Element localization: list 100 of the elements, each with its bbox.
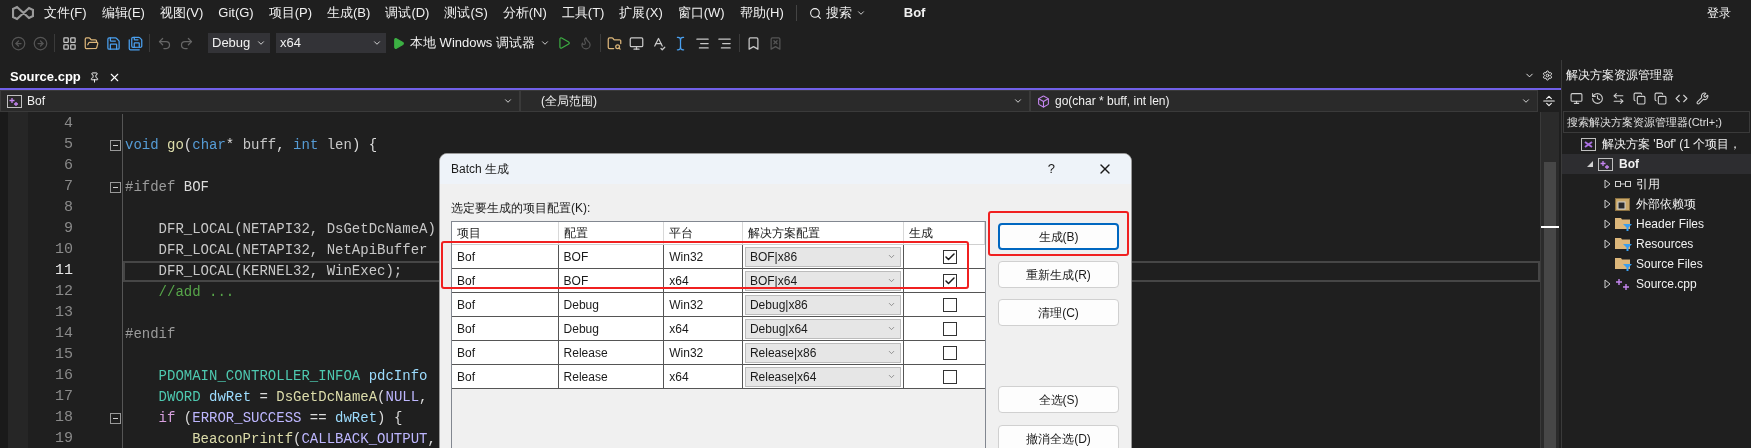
menu-item[interactable]: 视图(V) xyxy=(159,3,204,23)
line-number: 19 xyxy=(54,429,73,448)
scrollbar[interactable] xyxy=(1540,112,1559,448)
tree-item[interactable]: Header Files xyxy=(1562,214,1751,234)
solution-config-dropdown[interactable]: BOF|x86 xyxy=(744,246,902,267)
build-checkbox[interactable] xyxy=(942,321,957,336)
tree-item[interactable]: Source.cpp xyxy=(1562,274,1751,294)
dialog-button[interactable]: 全选(S) xyxy=(998,386,1119,413)
check-icon xyxy=(943,250,956,263)
caret-icon[interactable] xyxy=(372,38,382,48)
collapse-icon[interactable] xyxy=(110,140,121,151)
search-button[interactable]: 搜索 xyxy=(808,3,866,23)
caret-icon[interactable] xyxy=(503,96,513,106)
scope-dropdown[interactable]: (全局范围) xyxy=(520,90,1030,112)
run-button[interactable]: 本地 Windows 调试器 xyxy=(392,33,550,53)
menu-item[interactable]: 帮助(H) xyxy=(739,3,784,23)
menu-item[interactable]: 编辑(E) xyxy=(101,3,145,23)
project-dropdown[interactable]: Bof xyxy=(0,90,520,112)
monitor-icon[interactable] xyxy=(628,35,645,51)
align-right-icon[interactable] xyxy=(716,35,733,51)
column-header[interactable]: 解决方案配置 xyxy=(742,222,905,244)
dialog-button[interactable]: 重新生成(R) xyxy=(998,261,1119,288)
solution-config-dropdown[interactable]: Release|x64 xyxy=(744,366,902,387)
dialog-button[interactable]: 清理(C) xyxy=(998,299,1119,326)
help-button[interactable]: ? xyxy=(1047,159,1055,179)
cube-icon xyxy=(1037,94,1050,108)
line-number: 15 xyxy=(54,345,73,366)
menu-item[interactable]: 工具(T) xyxy=(561,3,605,23)
caret-icon[interactable] xyxy=(539,38,550,48)
caret-icon[interactable] xyxy=(1013,96,1023,106)
wrench-icon[interactable] xyxy=(1694,90,1710,107)
dialog-title: Batch 生成 xyxy=(451,161,510,178)
save-icon[interactable] xyxy=(105,35,121,51)
code-line: #ifdef BOF xyxy=(125,178,210,197)
table-cell: Release xyxy=(558,341,665,364)
menu-item[interactable]: 扩展(X) xyxy=(619,3,663,23)
build-checkbox[interactable] xyxy=(942,297,957,312)
tree-item[interactable]: 引用 xyxy=(1562,174,1751,194)
tree-item[interactable]: Resources xyxy=(1562,234,1751,254)
collapsed-arrow-icon[interactable] xyxy=(1603,279,1611,289)
menu-item[interactable]: 调试(D) xyxy=(385,3,430,23)
expanded-arrow-icon[interactable] xyxy=(1586,160,1594,168)
solution-config-dropdown[interactable]: Debug|x64 xyxy=(744,318,902,339)
collapse-icon[interactable] xyxy=(110,182,121,193)
split-icon[interactable] xyxy=(1542,94,1556,108)
menu-item[interactable]: 测试(S) xyxy=(444,3,488,23)
menu-item[interactable]: Git(G) xyxy=(218,3,254,23)
folder-search-icon[interactable] xyxy=(606,35,623,51)
line-number: 7 xyxy=(63,177,73,198)
bookmark-icon[interactable] xyxy=(745,35,762,51)
align-right-icon[interactable] xyxy=(694,35,711,51)
search-field[interactable]: 搜索解决方案资源管理器(Ctrl+;) xyxy=(1563,111,1750,133)
scrollbar-thumb[interactable] xyxy=(1544,162,1556,448)
caret-icon[interactable] xyxy=(256,38,266,48)
platform-dropdown[interactable]: x64 xyxy=(276,33,386,53)
column-header[interactable]: 项目 xyxy=(452,222,559,244)
menu-item[interactable]: 文件(F) xyxy=(44,3,87,23)
open-folder-icon[interactable] xyxy=(83,35,99,51)
check-icon xyxy=(943,274,956,287)
build-checkbox[interactable] xyxy=(942,273,957,288)
tree-item[interactable]: Bof xyxy=(1562,154,1751,174)
undo-icon[interactable] xyxy=(156,35,172,51)
history-icon[interactable] xyxy=(1589,90,1605,107)
solution-config-dropdown[interactable]: BOF|x64 xyxy=(744,270,902,291)
menu-item[interactable]: 窗口(W) xyxy=(677,3,725,23)
menu-item[interactable]: 项目(P) xyxy=(268,3,313,23)
line-number: 13 xyxy=(54,303,73,324)
build-checkbox[interactable] xyxy=(942,369,957,384)
play-icon[interactable] xyxy=(392,36,405,50)
tree-item[interactable]: Source Files xyxy=(1562,254,1751,274)
caret-icon[interactable] xyxy=(1521,96,1531,106)
tree-item[interactable]: 解决方案 'Bof' (1 个项目， xyxy=(1562,134,1751,154)
solution-config-dropdown[interactable]: Release|x86 xyxy=(744,342,902,363)
copy-icon[interactable] xyxy=(1652,90,1668,107)
line-number: 10 xyxy=(54,240,73,261)
caret-icon[interactable] xyxy=(855,8,866,18)
save-all-icon[interactable] xyxy=(127,35,143,51)
app-logo-icon[interactable] xyxy=(12,4,34,22)
search-icon[interactable] xyxy=(808,6,822,20)
column-header[interactable]: 配置 xyxy=(558,222,665,244)
collapse-icon[interactable] xyxy=(110,413,121,424)
column-header[interactable]: 生成 xyxy=(904,222,985,244)
configuration-dropdown[interactable]: Debug xyxy=(208,33,270,53)
solution-config-dropdown[interactable]: Debug|x86 xyxy=(744,294,902,315)
build-checkbox[interactable] xyxy=(942,345,957,360)
redo-icon[interactable] xyxy=(178,35,194,51)
pin-icon[interactable] xyxy=(88,71,100,83)
sign-in-link[interactable]: 登录 xyxy=(1707,4,1731,22)
tree-item[interactable]: 外部依赖项 xyxy=(1562,194,1751,214)
column-header[interactable]: 平台 xyxy=(664,222,743,244)
menu-item[interactable]: 分析(N) xyxy=(502,3,547,23)
table-cell: Bof xyxy=(452,317,559,340)
build-checkbox[interactable] xyxy=(942,249,957,264)
dialog-button[interactable]: 生成(B) xyxy=(998,223,1119,250)
menu-item[interactable]: 生成(B) xyxy=(327,3,371,23)
code-line: PDOMAIN_CONTROLLER_INFOA pdcInfo xyxy=(157,367,428,386)
dialog-button[interactable]: 撤消全选(D) xyxy=(998,425,1119,448)
settings-icon[interactable] xyxy=(1542,70,1553,81)
member-dropdown[interactable]: go(char * buff, int len) xyxy=(1030,90,1538,112)
references-icon xyxy=(1615,180,1631,188)
